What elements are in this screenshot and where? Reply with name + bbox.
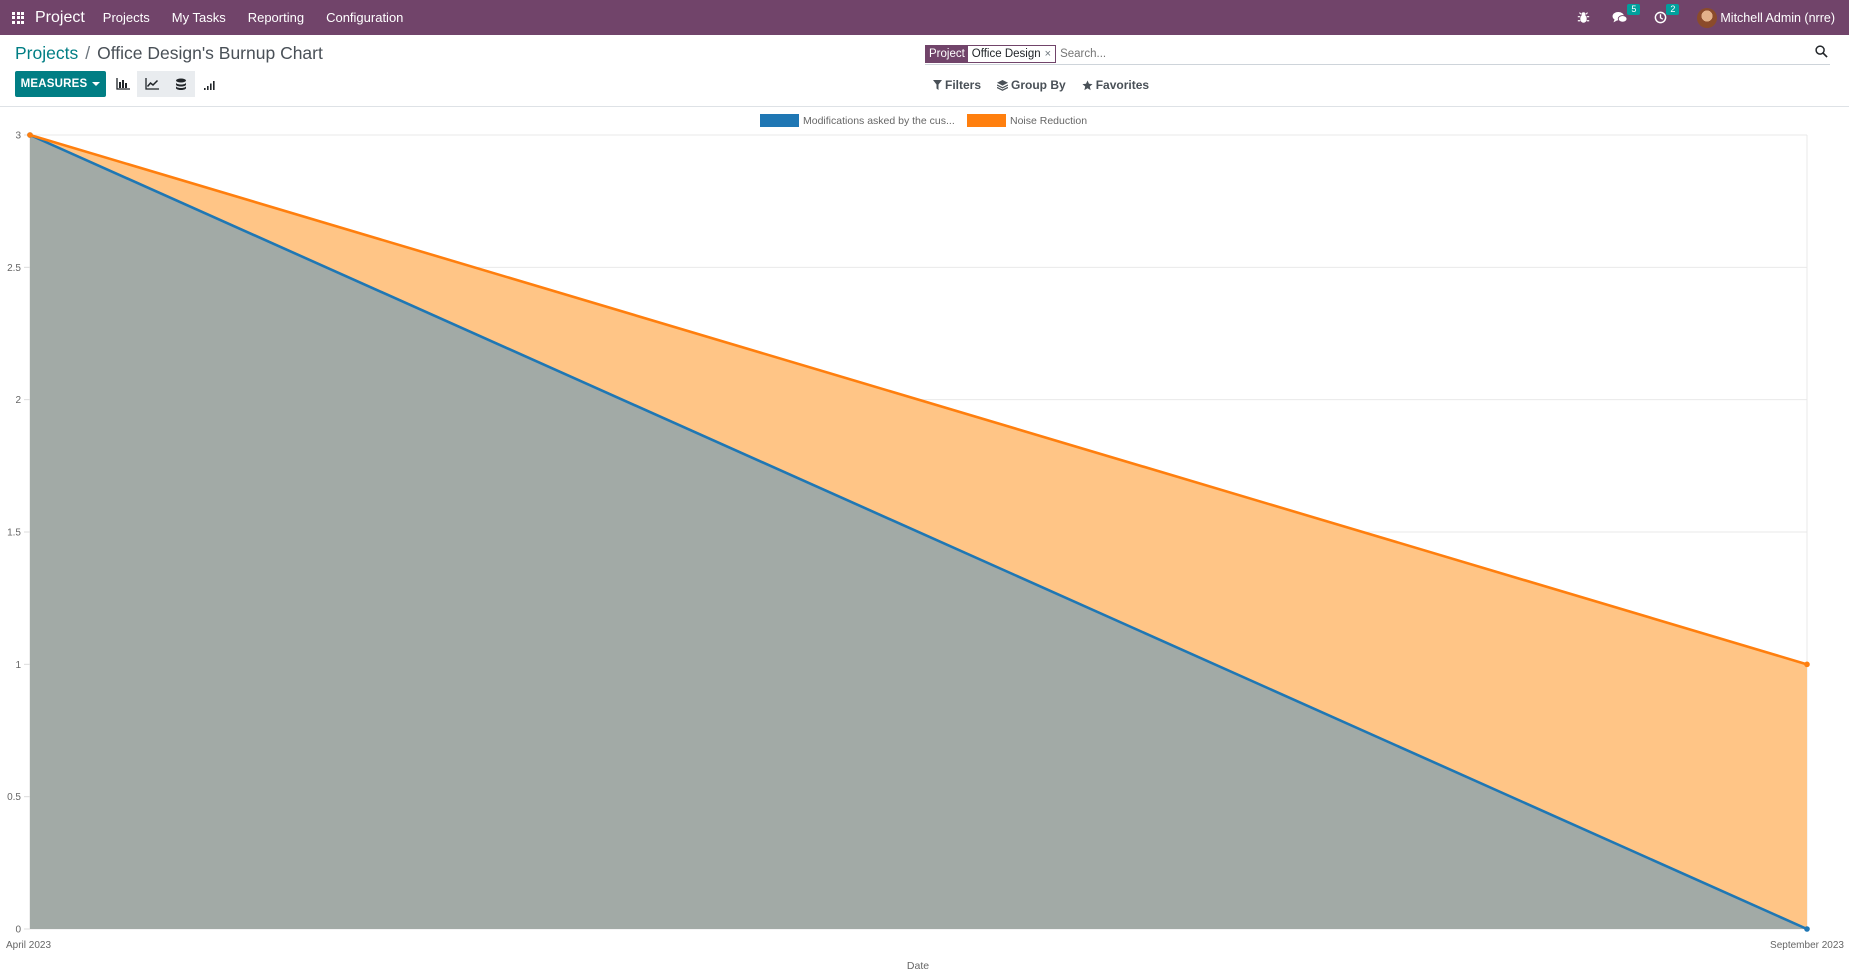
menu-my-tasks[interactable]: My Tasks — [172, 10, 226, 25]
breadcrumb: Projects / Office Design's Burnup Chart — [15, 43, 323, 64]
debug-bug-icon[interactable] — [1577, 11, 1590, 24]
apps-menu-icon[interactable] — [1, 0, 35, 35]
bar-chart-button[interactable] — [108, 71, 137, 97]
breadcrumb-projects-link[interactable]: Projects — [15, 43, 78, 64]
activities-badge: 2 — [1666, 4, 1680, 15]
app-brand[interactable]: Project — [35, 9, 85, 27]
facet-value: Office Design × — [968, 46, 1055, 62]
messages-badge: 5 — [1627, 3, 1641, 15]
descending-icon — [203, 80, 215, 90]
search-facet-project: Project Office Design × — [925, 44, 1057, 63]
y-tick-label: 1 — [15, 660, 21, 671]
favorites-button[interactable]: Favorites — [1082, 78, 1149, 92]
facet-remove-icon[interactable]: × — [1045, 48, 1051, 60]
favorites-label: Favorites — [1095, 78, 1150, 92]
measures-button[interactable]: MEASURES — [15, 71, 106, 97]
messages-icon[interactable]: 5 — [1612, 3, 1641, 25]
legend-swatch-1 — [760, 114, 799, 127]
chart-area: 0 0.5 1 1.5 2 2.5 3 April 2023 September 2023 Dat… — [0, 108, 1849, 976]
top-navbar: Project Projects My Tasks Reporting Conf… — [0, 0, 1849, 35]
chart-view-buttons — [108, 71, 224, 97]
search-panel-buttons: Filters Group By Favorites — [933, 78, 1165, 92]
control-panel: Projects / Office Design's Burnup Chart … — [0, 35, 1849, 107]
filters-label: Filters — [945, 78, 982, 92]
descending-button[interactable] — [195, 71, 224, 97]
data-point-series-2 — [1804, 661, 1810, 668]
facet-value-text: Office Design — [971, 47, 1041, 60]
burnup-chart[interactable]: 0 0.5 1 1.5 2 2.5 3 April 2023 September 2023 Dat… — [0, 108, 1849, 976]
data-point-series-1 — [1804, 926, 1810, 932]
avatar — [1697, 7, 1718, 28]
menu-reporting[interactable]: Reporting — [248, 10, 304, 25]
search-input[interactable] — [1060, 47, 1661, 60]
search-bar: Project Office Design × — [925, 43, 1830, 65]
user-name: Mitchell Admin (nrre) — [1720, 10, 1835, 25]
line-chart-button[interactable] — [137, 71, 166, 97]
legend-swatch-2 — [967, 114, 1006, 127]
breadcrumb-separator: / — [85, 43, 91, 63]
menu-configuration[interactable]: Configuration — [326, 10, 403, 25]
y-tick-label: 3 — [15, 131, 21, 142]
page-title: Office Design's Burnup Chart — [97, 43, 323, 63]
measures-label: MEASURES — [20, 78, 88, 90]
caret-down-icon — [92, 82, 101, 86]
stacked-button[interactable] — [166, 71, 195, 97]
x-tick-label: September 2023 — [1770, 940, 1844, 951]
legend-label-2: Noise Reduction — [1010, 115, 1087, 127]
star-icon — [1082, 79, 1093, 91]
x-tick-label: April 2023 — [6, 940, 51, 951]
layers-icon — [997, 79, 1009, 91]
group-by-label: Group By — [1011, 78, 1066, 92]
y-tick-label: 0.5 — [7, 792, 21, 803]
bar-chart-icon — [115, 78, 130, 90]
filters-button[interactable]: Filters — [933, 78, 981, 92]
y-tick-label: 2 — [15, 395, 21, 406]
menu-projects[interactable]: Projects — [103, 10, 150, 25]
search-icon[interactable] — [1815, 45, 1828, 63]
x-axis-title: Date — [907, 960, 929, 972]
y-tick-label: 1.5 — [7, 528, 21, 539]
stacked-icon — [175, 78, 186, 90]
y-tick-label: 2.5 — [7, 263, 21, 274]
legend-label-1: Modifications asked by the cus... — [803, 115, 955, 127]
user-menu[interactable]: Mitchell Admin (nrre) — [1697, 7, 1835, 28]
y-tick-label: 0 — [15, 925, 21, 936]
activities-clock-icon[interactable]: 2 — [1654, 4, 1680, 24]
group-by-button[interactable]: Group By — [997, 78, 1066, 92]
line-chart-icon — [144, 78, 159, 90]
filter-icon — [933, 80, 942, 90]
data-point-series-2 — [27, 132, 33, 138]
facet-label: Project — [926, 45, 968, 62]
